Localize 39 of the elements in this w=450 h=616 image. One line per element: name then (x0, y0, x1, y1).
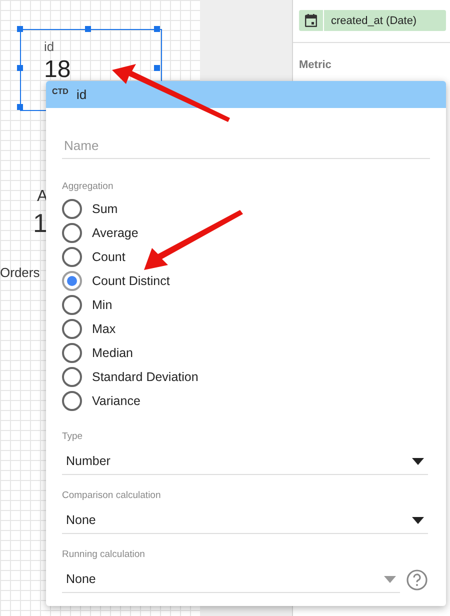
radio-button[interactable] (62, 367, 82, 387)
resize-handle[interactable] (154, 26, 160, 32)
radio-button[interactable] (62, 319, 82, 339)
radio-option[interactable]: Variance (62, 389, 428, 413)
field-label: Running calculation (62, 549, 146, 560)
radio-button[interactable] (62, 271, 82, 291)
radio-option[interactable]: Max (62, 317, 428, 341)
radio-button[interactable] (62, 247, 82, 267)
radio-button[interactable] (62, 391, 82, 411)
resize-handle[interactable] (17, 65, 23, 71)
section-title: Metric (299, 59, 332, 71)
calendar-icon (305, 14, 317, 27)
radio-button[interactable] (62, 343, 82, 363)
radio-button[interactable] (62, 223, 82, 243)
resize-handle[interactable] (17, 26, 23, 32)
field-name: id (76, 87, 87, 102)
widget-text: Orders (0, 265, 40, 280)
radio-option[interactable]: Count (62, 245, 428, 269)
radio-button[interactable] (62, 199, 82, 219)
radio-option[interactable]: Median (62, 341, 428, 365)
widget-text: 1 (33, 208, 48, 239)
dropdown[interactable]: Number (62, 448, 428, 475)
resize-handle[interactable] (85, 26, 91, 32)
field-label: Comparison calculation (62, 490, 162, 501)
dimension-chip[interactable]: created_at (Date) (299, 10, 446, 31)
dropdown[interactable]: None (62, 507, 428, 534)
radio-option[interactable]: Sum (62, 197, 428, 221)
section-label: Aggregation (62, 181, 114, 192)
radio-option[interactable]: Count Distinct (62, 269, 428, 293)
radio-option[interactable]: Average (62, 221, 428, 245)
radio-button[interactable] (62, 295, 82, 315)
radio-option[interactable]: Min (62, 293, 428, 317)
field-label: Type (62, 431, 84, 442)
resize-handle[interactable] (154, 65, 160, 71)
widget-value: 18 (44, 56, 71, 84)
widget-label: id (44, 39, 54, 54)
type-label: CTD (52, 87, 68, 96)
resize-handle[interactable] (17, 104, 23, 110)
radio-option[interactable]: Standard Deviation (62, 365, 428, 389)
